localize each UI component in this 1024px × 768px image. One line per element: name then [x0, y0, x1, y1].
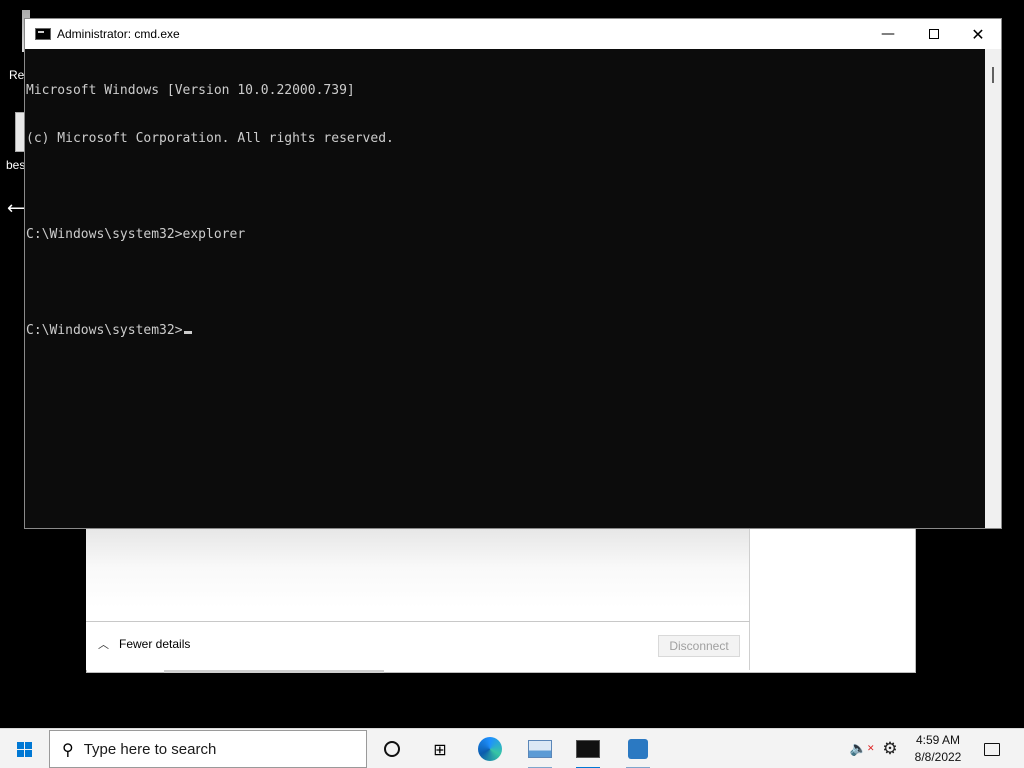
windows-logo-icon	[16, 741, 32, 757]
performance-monitor-taskbar-button[interactable]	[520, 729, 560, 768]
disconnect-button[interactable]: Disconnect	[658, 635, 740, 657]
minimize-button[interactable]: —	[865, 19, 911, 49]
performance-monitor-icon	[528, 740, 552, 758]
search-icon: ⚲	[62, 739, 74, 759]
console-line: Microsoft Windows [Version 10.0.22000.73…	[26, 83, 355, 98]
search-box[interactable]: ⚲ Type here to search	[49, 730, 367, 768]
edge-taskbar-button[interactable]	[470, 729, 510, 768]
clock[interactable]: 4:59 AM 8/8/2022	[905, 729, 971, 768]
server-manager-taskbar-button[interactable]	[618, 729, 658, 768]
search-placeholder: Type here to search	[83, 740, 217, 758]
maximize-icon	[929, 29, 939, 39]
widgets-button[interactable]: ⊞	[420, 729, 460, 768]
maximize-button[interactable]	[911, 19, 957, 49]
close-button[interactable]: ✕	[955, 19, 1001, 49]
window-title: Administrator: cmd.exe	[57, 27, 180, 41]
chevron-up-icon: ︿	[98, 638, 109, 651]
divider	[86, 621, 750, 622]
vertical-scrollbar[interactable]	[985, 49, 1001, 528]
task-view-button[interactable]	[372, 729, 412, 768]
notifications-button[interactable]	[978, 729, 1006, 768]
command-prompt-taskbar-button[interactable]	[568, 729, 608, 768]
taskbar: ⚲ Type here to search ⊞ 🔈 ✕ ⚙ 4:59 AM 8/8…	[0, 728, 1024, 768]
background-window-edge	[164, 670, 384, 673]
start-button[interactable]	[0, 729, 48, 768]
task-view-icon	[384, 741, 400, 757]
fewer-details-label: Fewer details	[119, 637, 191, 651]
command-prompt-icon	[576, 740, 600, 758]
notification-icon	[984, 742, 1000, 756]
console-output[interactable]: Microsoft Windows [Version 10.0.22000.73…	[25, 49, 985, 528]
cmd-app-icon	[35, 28, 51, 40]
cmd-window[interactable]: Administrator: cmd.exe — ✕ Microsoft Win…	[24, 18, 1002, 529]
background-dialog: ︿ Fewer details Disconnect	[86, 528, 750, 670]
edge-icon	[478, 737, 502, 761]
console-line: C:\Windows\system32>explorer	[26, 227, 246, 242]
scrollbar-thumb[interactable]	[992, 67, 994, 83]
settings-icon[interactable]: ⚙	[878, 729, 902, 768]
title-bar[interactable]: Administrator: cmd.exe — ✕	[25, 19, 1001, 49]
server-manager-icon	[628, 739, 648, 759]
clock-date: 8/8/2022	[914, 750, 962, 764]
volume-muted-icon[interactable]: 🔈 ✕	[850, 729, 875, 768]
console-line: (c) Microsoft Corporation. All rights re…	[26, 131, 394, 146]
widgets-icon: ⊞	[433, 739, 447, 759]
fewer-details-toggle[interactable]: ︿ Fewer details	[98, 636, 190, 652]
clock-time: 4:59 AM	[915, 733, 961, 747]
text-cursor	[183, 331, 192, 334]
console-prompt: C:\Windows\system32>	[26, 323, 183, 338]
